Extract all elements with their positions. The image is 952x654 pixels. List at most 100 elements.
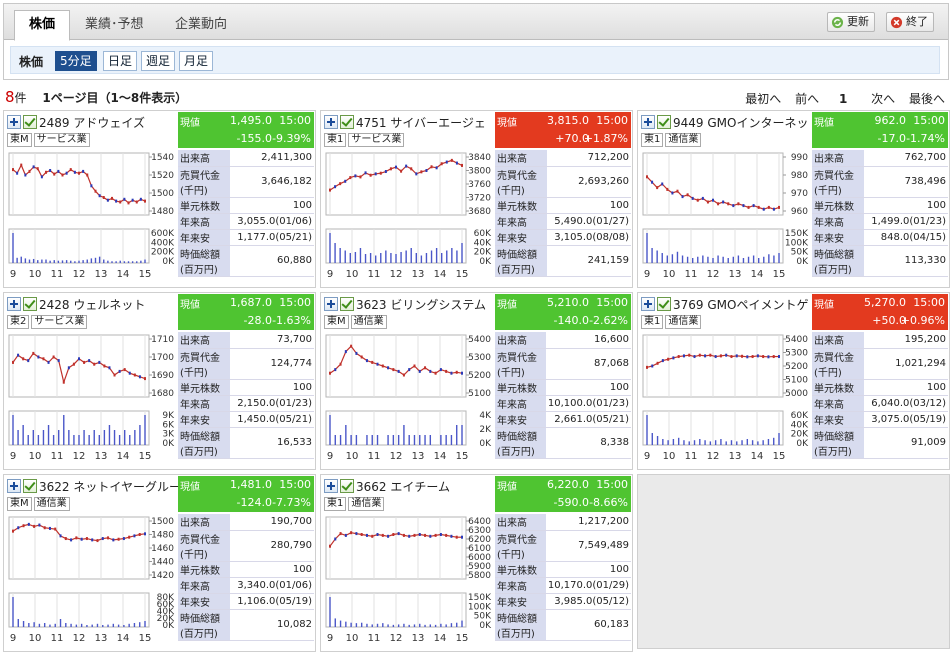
plus-icon[interactable]	[7, 115, 21, 129]
period-5min[interactable]: 5分足	[55, 51, 97, 71]
plus-icon[interactable]	[324, 479, 338, 493]
tab-stock-price[interactable]: 株価	[14, 10, 71, 41]
stock-name[interactable]: 2489 アドウェイズ	[39, 114, 179, 131]
price-time: 15:00	[596, 478, 628, 491]
plus-icon[interactable]	[324, 115, 338, 129]
stock-name[interactable]: 2428 ウェルネット	[39, 296, 179, 313]
stat-label-text: 売買代金	[814, 352, 854, 364]
check-icon[interactable]	[23, 479, 37, 493]
stat-label-text: 年来安	[814, 415, 844, 427]
price-point	[61, 173, 64, 177]
mcap-row: 時価総額 (百万円) 91,009	[812, 427, 948, 459]
x-tick-label: 12	[73, 633, 86, 644]
price-time: 15:00	[279, 296, 311, 309]
price-change-pct: -1.74%	[906, 132, 945, 145]
exit-button[interactable]: 終了	[886, 12, 934, 32]
x-tick-label: 12	[390, 633, 403, 644]
pager-prev[interactable]: 前へ	[795, 92, 819, 106]
price-point	[646, 175, 648, 179]
refresh-icon	[831, 16, 844, 28]
check-icon[interactable]	[340, 479, 354, 493]
stock-name[interactable]: 3769 GMOペイメントゲ	[673, 296, 813, 313]
period-weekly[interactable]: 週足	[141, 51, 176, 71]
period-monthly[interactable]: 月足	[179, 51, 214, 71]
price-point	[12, 529, 14, 533]
price-point	[732, 204, 735, 208]
pager-last[interactable]: 最後へ	[909, 92, 945, 106]
check-icon[interactable]	[340, 115, 354, 129]
price-point	[37, 355, 40, 359]
stat-label: 出来高	[495, 150, 547, 167]
x-tick-label: 12	[390, 269, 403, 280]
plus-icon[interactable]	[7, 479, 21, 493]
stat-label-text: 売買代金	[814, 170, 854, 182]
price-point	[20, 163, 23, 167]
period-daily[interactable]: 日足	[103, 51, 138, 71]
price-point	[376, 362, 379, 366]
period-bar: 株価 5分足 日足 週足 月足	[10, 46, 940, 74]
stock-name[interactable]: 3622 ネットイヤーグルー	[39, 478, 179, 495]
top-toolbar: 株価 業績･予想 企業動向 更新 終了 株価 5分足 日足 週足 月足	[3, 3, 949, 80]
price-point	[752, 204, 755, 208]
pager-current: 1	[838, 92, 848, 106]
pager-first[interactable]: 最初へ	[745, 92, 781, 106]
stat-value: 2,411,300	[230, 150, 314, 167]
plus-icon[interactable]	[641, 115, 655, 129]
price-point	[461, 535, 463, 539]
check-icon[interactable]	[657, 115, 671, 129]
stat-label: 年来高	[178, 213, 230, 230]
stock-name[interactable]: 4751 サイバーエージェ	[356, 114, 496, 131]
price-point	[365, 359, 368, 363]
stat-value: 60,880	[230, 245, 314, 277]
stock-card: 3622 ネットイヤーグルー 東M 通信業 現値 1,481.0 15:00 -124.0-…	[3, 474, 316, 652]
stat-label-text: 単元株数	[814, 383, 854, 395]
price-point	[778, 355, 780, 359]
price-point	[54, 527, 57, 531]
price-point	[65, 171, 68, 175]
price-point	[359, 175, 362, 179]
stock-name[interactable]: 3623 ビリングシステム	[356, 296, 496, 313]
price-chart: 9 10 11 12 13 14 15990980970960150K100K50K0K	[642, 152, 809, 280]
stock-card: 4751 サイバーエージェ 東1 サービス業 現値 3,815.0 15:00 +70.0 +…	[320, 110, 633, 288]
stock-name[interactable]: 9449 GMOインターネッ	[673, 114, 813, 131]
stat-label: 年来安	[812, 229, 864, 246]
price-change-pct: -8.66%	[589, 496, 628, 509]
plus-icon[interactable]	[641, 297, 655, 311]
stat-label-text: 時価総額	[180, 613, 220, 625]
price-point	[339, 362, 342, 366]
check-icon[interactable]	[657, 297, 671, 311]
x-tick-label: 9	[644, 269, 650, 280]
price-point	[371, 360, 374, 364]
current-price: 3,815.0	[547, 114, 589, 127]
stat-label-text: 時価総額	[497, 431, 537, 443]
x-tick-label: 13	[95, 451, 108, 462]
price-box: 現値 5,210.0 15:00 -140.0 -2.62%	[495, 294, 631, 330]
price-box: 現値 1,495.0 15:00 -155.0 -9.39%	[178, 112, 314, 148]
stat-value: 100	[864, 197, 948, 214]
price-tick-label: 1500	[151, 189, 174, 199]
plus-icon[interactable]	[7, 297, 21, 311]
stat-value: 3,340.0(01/06)	[230, 577, 314, 594]
tab-corporate-news[interactable]: 企業動向	[160, 10, 242, 40]
stat-label-text: 単元株数	[497, 201, 537, 213]
ytd-high-row: 年来高 1,499.0(01/23)	[812, 213, 948, 230]
stat-value: 87,068	[545, 348, 631, 380]
price-point	[33, 524, 36, 528]
tab-earnings-forecast[interactable]: 業績･予想	[70, 10, 159, 40]
check-icon[interactable]	[23, 115, 37, 129]
stat-label-text: 年来高	[814, 217, 844, 229]
stat-label: 時価総額 (百万円)	[178, 609, 230, 641]
check-icon[interactable]	[340, 297, 354, 311]
stock-name[interactable]: 3662 エイチーム	[356, 478, 496, 495]
plus-icon[interactable]	[324, 297, 338, 311]
price-point	[138, 375, 141, 379]
x-tick-label: 15	[139, 633, 152, 644]
check-icon[interactable]	[23, 297, 37, 311]
x-tick-label: 15	[139, 269, 152, 280]
stat-label: 売買代金 (千円)	[495, 166, 547, 198]
price-point	[751, 355, 754, 359]
x-tick-label: 10	[663, 451, 676, 462]
pager-next[interactable]: 次へ	[871, 92, 895, 106]
refresh-button[interactable]: 更新	[827, 12, 875, 32]
price-point	[144, 532, 146, 536]
